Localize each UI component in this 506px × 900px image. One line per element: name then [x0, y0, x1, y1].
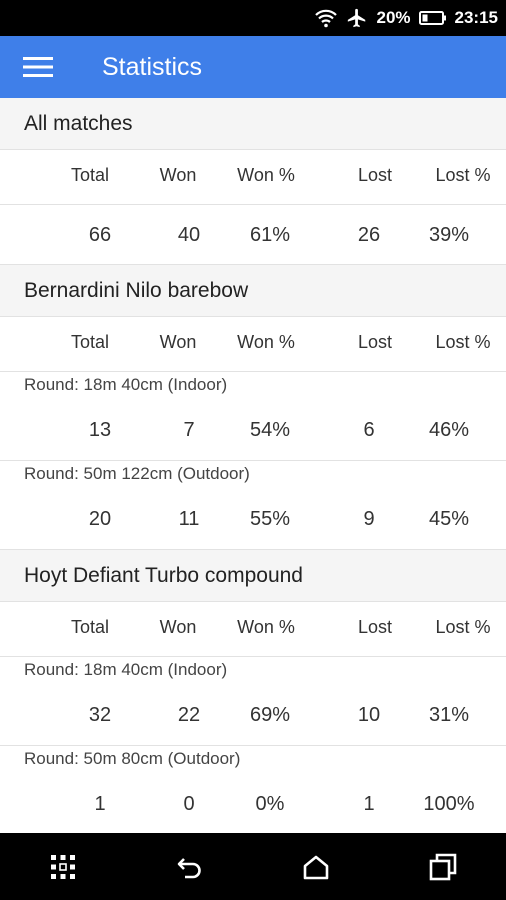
- section-header-bow: Hoyt Defiant Turbo compound: [0, 550, 506, 602]
- round-row: Round: 18m 40cm (Indoor) 32 22 69% 10 31…: [0, 657, 506, 746]
- summary-row: 66 40 61% 26 39%: [0, 205, 506, 265]
- value-lost-pct: 100%: [423, 793, 475, 815]
- statistics-list[interactable]: All matches Total Won Won % Lost Lost % …: [0, 98, 506, 833]
- page-title: Statistics: [102, 52, 203, 81]
- round-label: Round: 18m 40cm (Indoor): [24, 375, 228, 394]
- status-bar: 20% 23:15: [0, 0, 506, 36]
- back-icon[interactable]: [160, 837, 220, 897]
- column-lost-pct: Lost %: [435, 165, 491, 185]
- hamburger-menu-icon[interactable]: [0, 36, 76, 98]
- value-total: 20: [88, 508, 112, 530]
- round-label: Round: 50m 122cm (Outdoor): [24, 464, 250, 483]
- wifi-icon: [314, 8, 338, 28]
- value-lost: 26: [357, 224, 381, 246]
- value-lost: 10: [357, 704, 381, 726]
- value-lost-pct: 31%: [428, 704, 470, 726]
- value-won: 0: [183, 793, 195, 815]
- value-won: 11: [178, 508, 200, 530]
- app-bar: Statistics: [0, 36, 506, 98]
- value-won-pct: 69%: [249, 704, 291, 726]
- value-won-pct: 61%: [249, 224, 291, 246]
- value-lost-pct: 46%: [428, 419, 470, 441]
- column-lost: Lost: [357, 332, 393, 352]
- round-label: Round: 50m 80cm (Outdoor): [24, 749, 241, 768]
- column-lost-pct: Lost %: [435, 617, 491, 637]
- column-won-pct: Won %: [237, 617, 295, 637]
- column-total: Total: [70, 165, 110, 185]
- app-switcher-grid-icon[interactable]: [33, 837, 93, 897]
- value-lost: 9: [363, 508, 375, 530]
- value-total: 66: [88, 224, 112, 246]
- column-won-pct: Won %: [237, 332, 295, 352]
- round-label: Round: 18m 40cm (Indoor): [24, 660, 228, 679]
- navigation-bar: [0, 833, 506, 900]
- column-headers: Total Won Won % Lost Lost %: [0, 602, 506, 657]
- column-headers: Total Won Won % Lost Lost %: [0, 150, 506, 205]
- column-lost: Lost: [357, 165, 393, 185]
- home-icon[interactable]: [286, 837, 346, 897]
- section-header-all-matches: All matches: [0, 98, 506, 150]
- value-won: 7: [183, 419, 195, 441]
- column-won: Won: [159, 332, 197, 352]
- column-lost: Lost: [357, 617, 393, 637]
- battery-percentage: 20%: [376, 8, 411, 27]
- value-lost: 6: [363, 419, 375, 441]
- column-won-pct: Won %: [237, 165, 295, 185]
- round-row: Round: 18m 40cm (Indoor) 13 7 54% 6 46%: [0, 372, 506, 461]
- column-total: Total: [70, 332, 110, 352]
- column-total: Total: [70, 617, 110, 637]
- value-won: 22: [177, 704, 201, 726]
- column-won: Won: [159, 617, 197, 637]
- value-lost: 1: [363, 793, 375, 815]
- value-won-pct: 54%: [249, 419, 291, 441]
- value-won: 40: [177, 224, 201, 246]
- column-won: Won: [159, 165, 197, 185]
- value-lost-pct: 39%: [428, 224, 470, 246]
- value-total: 1: [94, 793, 106, 815]
- column-lost-pct: Lost %: [435, 332, 491, 352]
- value-won-pct: 55%: [249, 508, 291, 530]
- recents-icon[interactable]: [413, 837, 473, 897]
- section-header-bow: Bernardini Nilo barebow: [0, 265, 506, 317]
- clock: 23:15: [454, 8, 498, 27]
- round-row: Round: 50m 80cm (Outdoor) 1 0 0% 1 100%: [0, 746, 506, 833]
- value-won-pct: 0%: [255, 793, 285, 815]
- round-row: Round: 50m 122cm (Outdoor) 20 11 55% 9 4…: [0, 461, 506, 550]
- battery-icon: [418, 10, 447, 26]
- value-total: 32: [88, 704, 112, 726]
- airplane-mode-icon: [346, 7, 368, 29]
- value-lost-pct: 45%: [428, 508, 470, 530]
- value-total: 13: [88, 419, 112, 441]
- column-headers: Total Won Won % Lost Lost %: [0, 317, 506, 372]
